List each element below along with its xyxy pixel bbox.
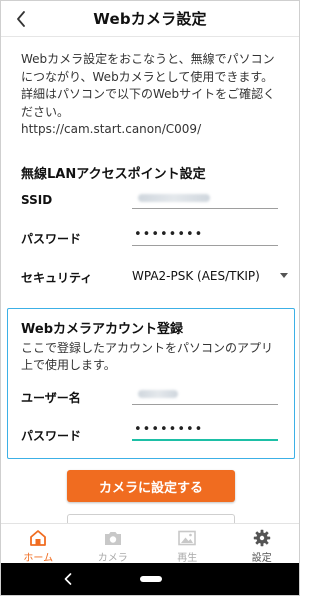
page-title: Webカメラ設定: [93, 10, 207, 28]
security-select[interactable]: WPA2-PSK (AES/TKIP): [132, 265, 292, 287]
tab-playback[interactable]: 再生: [157, 528, 217, 564]
bottom-tab-bar: ホーム カメラ 再生 設定: [1, 523, 299, 564]
intro-text: Webカメラ設定をおこなうと、無線でパソコンにつながり、Webカメラとして使用で…: [21, 51, 283, 139]
chevron-left-icon: [17, 11, 25, 27]
account-password-value: ••••••••: [134, 421, 204, 437]
security-value: WPA2-PSK (AES/TKIP): [132, 269, 260, 283]
tab-settings-label: 設定: [251, 553, 272, 564]
tab-home-label: ホーム: [23, 553, 54, 564]
set-to-camera-button[interactable]: カメラに設定する: [67, 470, 235, 502]
system-back-icon: [64, 573, 72, 585]
back-button[interactable]: [11, 7, 31, 31]
tab-camera-label: カメラ: [97, 553, 128, 564]
image-icon: [177, 528, 197, 548]
gear-icon: [252, 528, 272, 548]
ssid-field[interactable]: [132, 187, 278, 209]
username-field[interactable]: [132, 383, 278, 405]
system-back-button[interactable]: [61, 572, 75, 586]
username-label: ユーザー名: [21, 391, 81, 405]
wlan-heading: 無線LANアクセスポイント設定: [21, 167, 206, 182]
username-value-redacted: [138, 389, 178, 398]
tab-playback-label: 再生: [177, 553, 198, 564]
tab-camera[interactable]: カメラ: [83, 528, 143, 564]
tab-home[interactable]: ホーム: [8, 528, 68, 564]
account-description: ここで登録したアカウントをパソコンのアプリ上で使用します。: [21, 341, 274, 372]
wlan-password-label: パスワード: [21, 232, 82, 246]
intro-url[interactable]: https://cam.start.canon/C009/: [21, 121, 283, 139]
system-home-pill[interactable]: [140, 576, 162, 582]
account-heading: Webカメラアカウント登録: [21, 322, 183, 337]
intro-line-2: 詳細はパソコンで以下のWebサイトをご確認ください。: [21, 87, 276, 119]
security-label: セキュリティ: [21, 271, 93, 285]
ssid-value-redacted: [138, 193, 210, 202]
tab-settings[interactable]: 設定: [232, 528, 292, 564]
app-bar: Webカメラ設定: [1, 1, 299, 37]
ssid-label: SSID: [21, 193, 53, 207]
home-icon: [28, 528, 48, 548]
intro-line-1: Webカメラ設定をおこなうと、無線でパソコンにつながり、Webカメラとして使用で…: [21, 52, 275, 84]
wlan-password-value: ••••••••: [134, 227, 204, 242]
wlan-password-field[interactable]: ••••••••: [132, 224, 278, 246]
dropdown-caret-icon: [280, 273, 288, 278]
camera-icon: [103, 528, 123, 548]
account-password-field[interactable]: ••••••••: [132, 419, 278, 441]
system-navigation-bar: [1, 563, 299, 595]
account-password-label: パスワード: [21, 429, 82, 443]
